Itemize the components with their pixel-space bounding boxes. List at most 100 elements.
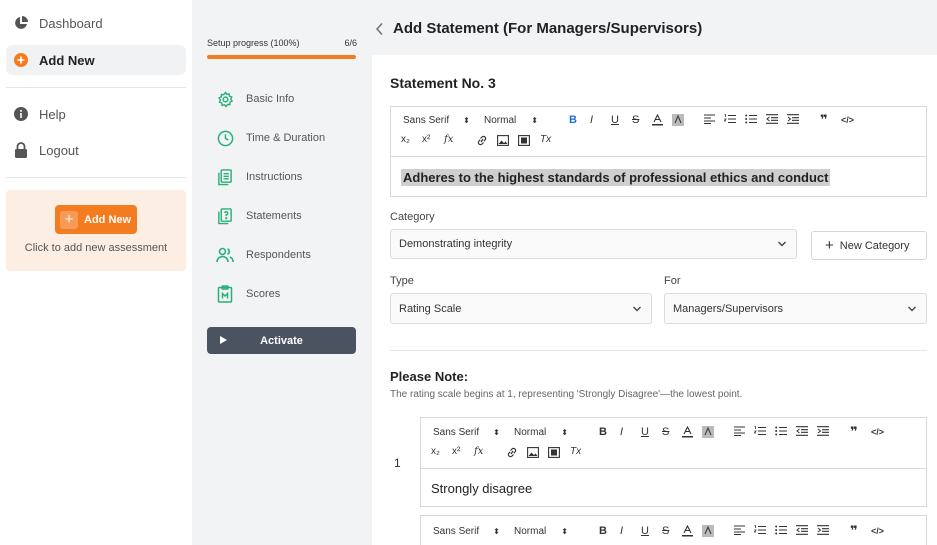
- category-select[interactable]: Demonstrating integrity: [390, 229, 797, 259]
- sidebar-item-help[interactable]: Help: [6, 99, 186, 129]
- subscript-button[interactable]: x₂: [401, 134, 410, 145]
- step-statements[interactable]: Statements: [216, 207, 302, 225]
- video-icon[interactable]: [518, 135, 530, 146]
- indent-icon[interactable]: [817, 525, 829, 535]
- text-color-icon[interactable]: [682, 525, 693, 537]
- text-color-icon[interactable]: [652, 114, 663, 126]
- underline-button[interactable]: U: [641, 426, 649, 438]
- lock-icon: [14, 142, 28, 158]
- category-label: Category: [390, 211, 435, 223]
- bold-button[interactable]: B: [599, 426, 607, 438]
- sidebar-divider: [6, 177, 186, 178]
- background-color-icon[interactable]: [702, 525, 714, 537]
- text-color-icon[interactable]: [682, 426, 693, 438]
- indent-icon[interactable]: [817, 426, 829, 436]
- align-icon[interactable]: [704, 114, 715, 124]
- ordered-list-icon[interactable]: [754, 525, 766, 535]
- background-color-icon[interactable]: [702, 426, 714, 438]
- main-sidebar: Dashboard Add New Help Logout + Add New …: [0, 0, 192, 545]
- image-icon[interactable]: [527, 447, 539, 458]
- formula-button[interactable]: fx: [444, 134, 453, 145]
- italic-button[interactable]: I: [620, 525, 623, 537]
- sidebar-item-dashboard[interactable]: Dashboard: [6, 8, 186, 38]
- type-select[interactable]: Rating Scale: [390, 293, 652, 324]
- font-select[interactable]: Sans Serif ⬍: [433, 427, 500, 438]
- code-button[interactable]: </>: [871, 427, 884, 437]
- sidebar-item-label: Add New: [39, 52, 95, 68]
- ordered-list-icon[interactable]: [724, 114, 736, 124]
- strike-button[interactable]: S: [662, 426, 669, 438]
- statement-text-area[interactable]: Adheres to the highest standards of prof…: [391, 156, 926, 197]
- updown-icon: ⬍: [493, 527, 500, 536]
- chevron-down-icon: [908, 306, 916, 311]
- code-button[interactable]: </>: [871, 526, 884, 536]
- size-select[interactable]: Normal ⬍: [484, 115, 538, 126]
- statement-text: Adheres to the highest standards of prof…: [401, 168, 831, 186]
- outdent-icon[interactable]: [796, 525, 808, 535]
- sidebar-item-logout[interactable]: Logout: [6, 135, 186, 165]
- font-select[interactable]: Sans Serif ⬍: [403, 115, 470, 126]
- subscript-button[interactable]: x₂: [431, 446, 440, 457]
- sidebar-item-add-new[interactable]: Add New: [6, 45, 186, 75]
- background-color-icon[interactable]: [672, 114, 684, 126]
- scale-text-area[interactable]: Strongly disagree: [421, 468, 926, 507]
- italic-button[interactable]: I: [590, 114, 593, 126]
- statement-title: Statement No. 3: [390, 75, 496, 91]
- formula-button[interactable]: fx: [474, 446, 483, 457]
- blockquote-button[interactable]: ❞: [820, 112, 828, 128]
- scale-editor: Sans Serif ⬍ Normal ⬍ B I U S ❞ </>: [420, 515, 927, 545]
- blockquote-button[interactable]: ❞: [850, 424, 858, 440]
- clock-icon: [216, 129, 234, 147]
- step-instructions[interactable]: Instructions: [216, 168, 302, 186]
- superscript-button[interactable]: x²: [452, 446, 460, 457]
- bold-button[interactable]: B: [599, 525, 607, 537]
- promo-add-new-button[interactable]: + Add New: [55, 205, 137, 234]
- link-icon[interactable]: [506, 447, 518, 458]
- step-respondents[interactable]: Respondents: [216, 246, 311, 264]
- play-icon: [220, 336, 227, 344]
- step-basic-info[interactable]: Basic Info: [216, 90, 294, 108]
- activate-button[interactable]: Activate: [207, 327, 356, 354]
- outdent-icon[interactable]: [796, 426, 808, 436]
- italic-button[interactable]: I: [620, 426, 623, 438]
- clear-format-button[interactable]: Tx: [540, 134, 551, 145]
- strike-button[interactable]: S: [632, 114, 639, 126]
- superscript-button[interactable]: x²: [422, 134, 430, 145]
- bullet-list-icon[interactable]: [745, 114, 757, 124]
- step-time-duration[interactable]: Time & Duration: [216, 129, 325, 147]
- outdent-icon[interactable]: [766, 114, 778, 124]
- code-button[interactable]: </>: [841, 115, 854, 125]
- progress-count: 6/6: [344, 38, 357, 48]
- setup-panel: Setup progress (100%) 6/6 Basic Info Tim…: [192, 0, 372, 545]
- step-label: Time & Duration: [246, 132, 326, 144]
- size-select[interactable]: Normal ⬍: [514, 427, 568, 438]
- for-select[interactable]: Managers/Supervisors: [664, 293, 927, 324]
- bold-button[interactable]: B: [569, 114, 577, 126]
- gear-icon: [216, 90, 234, 108]
- ordered-list-icon[interactable]: [754, 426, 766, 436]
- bullet-list-icon[interactable]: [775, 525, 787, 535]
- underline-button[interactable]: U: [611, 114, 619, 126]
- link-icon[interactable]: [476, 135, 488, 146]
- section-divider: [390, 350, 927, 351]
- align-icon[interactable]: [734, 426, 745, 436]
- font-select[interactable]: Sans Serif ⬍: [433, 526, 500, 537]
- blockquote-button[interactable]: ❞: [850, 523, 858, 539]
- progress-label: Setup progress (100%): [207, 38, 300, 48]
- image-icon[interactable]: [497, 135, 509, 146]
- underline-button[interactable]: U: [641, 525, 649, 537]
- step-scores[interactable]: Scores: [216, 285, 280, 303]
- bullet-list-icon[interactable]: [775, 426, 787, 436]
- people-icon: [216, 246, 234, 264]
- document-icon: [216, 168, 234, 186]
- size-select[interactable]: Normal ⬍: [514, 526, 568, 537]
- video-icon[interactable]: [548, 447, 560, 458]
- step-label: Statements: [246, 210, 302, 222]
- clear-format-button[interactable]: Tx: [570, 446, 581, 457]
- back-chevron-icon[interactable]: [375, 22, 384, 39]
- strike-button[interactable]: S: [662, 525, 669, 537]
- indent-icon[interactable]: [787, 114, 799, 124]
- new-category-button[interactable]: + New Category: [811, 231, 927, 260]
- sidebar-divider: [6, 87, 186, 88]
- align-icon[interactable]: [734, 525, 745, 535]
